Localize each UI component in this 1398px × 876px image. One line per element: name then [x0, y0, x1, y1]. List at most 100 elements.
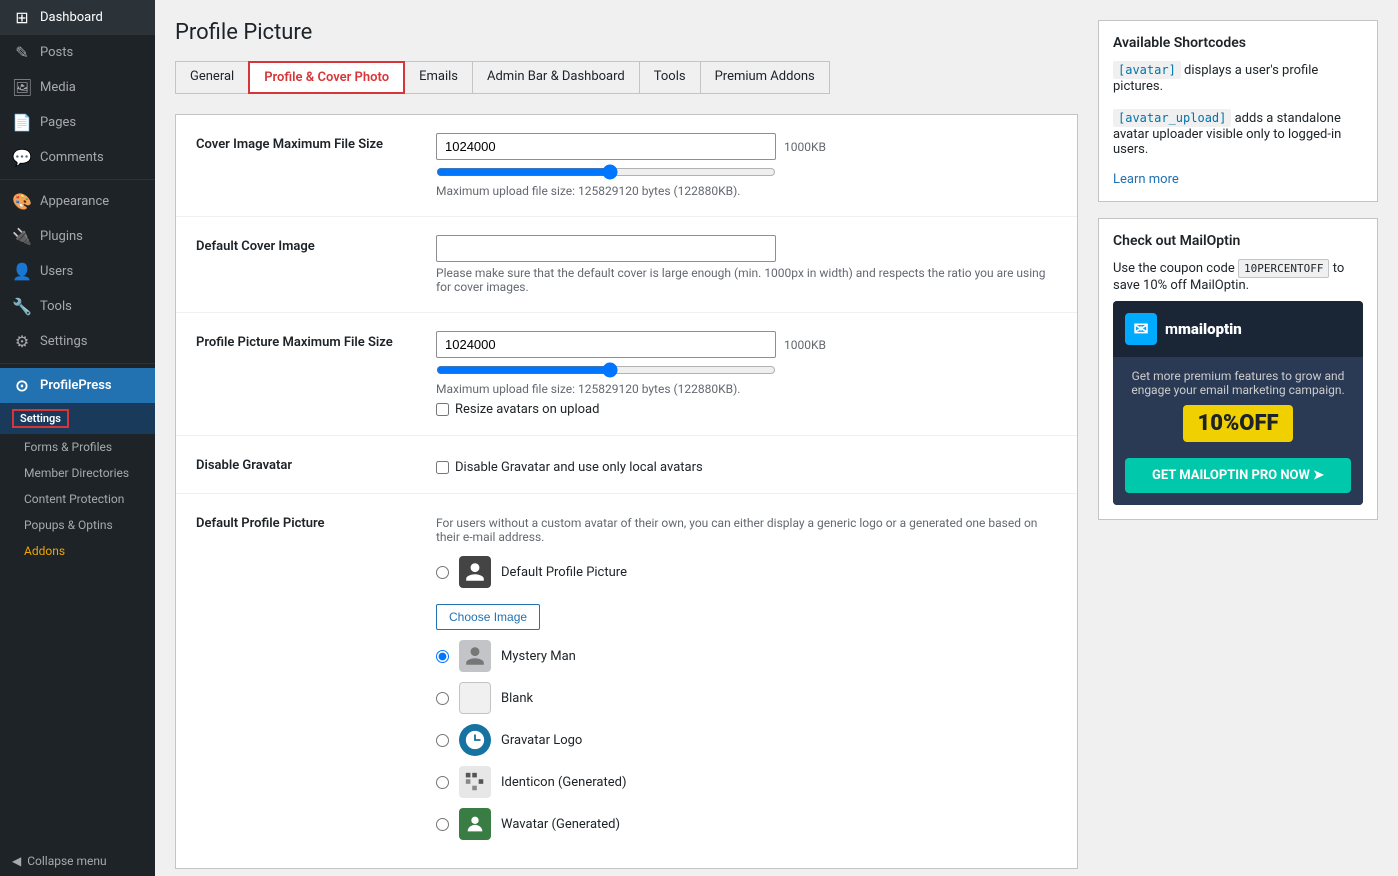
sidebar-sub-protection[interactable]: Content Protection — [0, 486, 155, 512]
default-cover-row: Default Cover Image Please make sure tha… — [176, 217, 1077, 313]
comments-icon: 💬 — [12, 148, 32, 167]
sidebar: ⊞ Dashboard ✎ Posts 🖼 Media 📄 Pages 💬 Co… — [0, 0, 155, 876]
avatar-blank-icon — [459, 682, 491, 714]
radio-identicon[interactable] — [436, 776, 449, 789]
resize-avatars-checkbox[interactable] — [436, 403, 449, 416]
sidebar-item-users[interactable]: 👤 Users — [0, 254, 155, 289]
resize-avatars-label: Resize avatars on upload — [455, 402, 599, 417]
radio-blank[interactable] — [436, 692, 449, 705]
mailoptin-ad-header: ✉ mmailoptin — [1113, 301, 1363, 357]
appearance-icon: 🎨 — [12, 192, 32, 211]
tab-profile-cover[interactable]: Profile & Cover Photo — [248, 61, 405, 94]
avatar-mystery-icon — [459, 640, 491, 672]
mailoptin-ad-box: ✉ mmailoptin Get more premium features t… — [1113, 301, 1363, 505]
avatar-identicon-icon — [459, 766, 491, 798]
profile-picture-size-input[interactable] — [436, 331, 776, 358]
radio-mystery[interactable] — [436, 650, 449, 663]
radio-gravatar[interactable] — [436, 734, 449, 747]
sidebar-item-posts[interactable]: ✎ Posts — [0, 35, 155, 70]
shortcodes-card: Available Shortcodes [avatar] displays a… — [1098, 20, 1378, 202]
profile-picture-size-hint: Maximum upload file size: 125829120 byte… — [436, 382, 1057, 396]
disable-gravatar-row: Disable Gravatar Disable Gravatar and us… — [176, 436, 1077, 494]
default-cover-hint: Please make sure that the default cover … — [436, 266, 1057, 294]
radio-wavatar[interactable] — [436, 818, 449, 831]
cover-image-size-hint: Maximum upload file size: 125829120 byte… — [436, 184, 1057, 198]
media-icon: 🖼 — [12, 78, 32, 97]
radio-blank-label: Blank — [501, 691, 533, 706]
dashboard-icon: ⊞ — [12, 8, 32, 27]
sidebar-sub-directories[interactable]: Member Directories — [0, 460, 155, 486]
cover-image-size-label: Cover Image Maximum File Size — [196, 133, 416, 152]
learn-more-link[interactable]: Learn more — [1113, 172, 1179, 187]
radio-option-wavatar: Wavatar (Generated) — [436, 808, 1057, 840]
sidebar-item-plugins[interactable]: 🔌 Plugins — [0, 219, 155, 254]
tab-emails[interactable]: Emails — [404, 61, 473, 94]
tab-tools[interactable]: Tools — [639, 61, 701, 94]
radio-identicon-label: Identicon (Generated) — [501, 775, 626, 790]
default-profile-description: For users without a custom avatar of the… — [436, 516, 1057, 544]
disable-gravatar-label: Disable Gravatar — [196, 454, 416, 473]
cover-image-size-input[interactable] — [436, 133, 776, 160]
users-icon: 👤 — [12, 262, 32, 281]
radio-option-custom: Default Profile Picture — [436, 556, 1057, 588]
collapse-menu-button[interactable]: ◀ Collapse menu — [0, 846, 155, 876]
cover-image-size-slider[interactable] — [436, 164, 776, 180]
cover-image-size-unit: 1000KB — [784, 140, 826, 154]
sidebar-sub-forms[interactable]: Forms & Profiles — [0, 434, 155, 460]
sidebar-item-comments[interactable]: 💬 Comments — [0, 140, 155, 175]
profile-picture-size-label: Profile Picture Maximum File Size — [196, 331, 416, 350]
sidebar-item-profilepress[interactable]: ⊙ ProfilePress — [0, 368, 155, 403]
sidebar-item-settings[interactable]: ⚙ Settings — [0, 324, 155, 359]
radio-mystery-label: Mystery Man — [501, 649, 576, 664]
profile-picture-size-unit: 1000KB — [784, 338, 826, 352]
default-cover-control: Please make sure that the default cover … — [436, 235, 1057, 294]
default-cover-label: Default Cover Image — [196, 235, 416, 254]
default-profile-control: For users without a custom avatar of the… — [436, 512, 1057, 850]
cover-image-size-row: Cover Image Maximum File Size 1000KB Max… — [176, 115, 1077, 217]
tab-admin-bar[interactable]: Admin Bar & Dashboard — [472, 61, 640, 94]
tab-premium-addons[interactable]: Premium Addons — [700, 61, 830, 94]
sidebar-item-dashboard[interactable]: ⊞ Dashboard — [0, 0, 155, 35]
resize-avatars-row: Resize avatars on upload — [436, 402, 1057, 417]
shortcodes-avatar-upload-line: [avatar_upload] adds a standalone avatar… — [1113, 109, 1363, 157]
default-cover-input[interactable] — [436, 235, 776, 262]
sidebar-item-pages[interactable]: 📄 Pages — [0, 105, 155, 140]
sidebar-sub-settings[interactable]: Settings — [0, 403, 155, 434]
mailoptin-discount: 10%OFF — [1183, 405, 1292, 442]
tab-general[interactable]: General — [175, 61, 249, 94]
tab-bar: General Profile & Cover Photo Emails Adm… — [175, 61, 1078, 94]
radio-option-mystery: Mystery Man — [436, 640, 1057, 672]
mailoptin-logo-symbol: ✉ — [1133, 319, 1148, 340]
mailoptin-cta-button[interactable]: GET MAILOPTIN PRO NOW ➤ — [1125, 458, 1351, 493]
avatar-custom-icon — [459, 556, 491, 588]
default-profile-label: Default Profile Picture — [196, 512, 416, 531]
mailoptin-brand: mmailoptin — [1165, 320, 1242, 338]
shortcodes-title: Available Shortcodes — [1113, 35, 1363, 51]
radio-custom[interactable] — [436, 566, 449, 579]
profile-picture-size-control: 1000KB Maximum upload file size: 1258291… — [436, 331, 1057, 417]
avatar-wavatar-icon — [459, 808, 491, 840]
radio-custom-label: Default Profile Picture — [501, 565, 627, 580]
tools-icon: 🔧 — [12, 297, 32, 316]
mailoptin-card: Check out MailOptin Use the coupon code … — [1098, 218, 1378, 520]
mailoptin-tagline: Get more premium features to grow and en… — [1125, 369, 1351, 397]
sidebar-sub-addons[interactable]: Addons — [0, 538, 155, 564]
radio-wavatar-label: Wavatar (Generated) — [501, 817, 620, 832]
radio-option-blank: Blank — [436, 682, 1057, 714]
sidebar-item-tools[interactable]: 🔧 Tools — [0, 289, 155, 324]
profilepress-icon: ⊙ — [12, 376, 32, 395]
radio-option-identicon: Identicon (Generated) — [436, 766, 1057, 798]
sidebar-item-media[interactable]: 🖼 Media — [0, 70, 155, 105]
collapse-icon: ◀ — [12, 854, 21, 868]
disable-gravatar-control: Disable Gravatar and use only local avat… — [436, 454, 1057, 475]
sidebar-sub-popups[interactable]: Popups & Optins — [0, 512, 155, 538]
choose-image-button[interactable]: Choose Image — [436, 604, 540, 630]
profile-picture-size-row: Profile Picture Maximum File Size 1000KB… — [176, 313, 1077, 436]
pages-icon: 📄 — [12, 113, 32, 132]
default-profile-row: Default Profile Picture For users withou… — [176, 494, 1077, 868]
disable-gravatar-checkbox[interactable] — [436, 461, 449, 474]
settings-active-badge: Settings — [12, 409, 69, 428]
posts-icon: ✎ — [12, 43, 32, 62]
profile-picture-size-slider[interactable] — [436, 362, 776, 378]
sidebar-item-appearance[interactable]: 🎨 Appearance — [0, 184, 155, 219]
